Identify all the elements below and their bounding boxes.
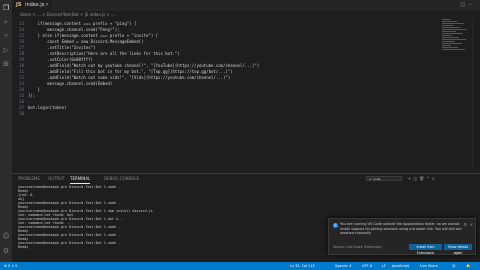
code-text: message.channel.send(Embed) <box>28 81 113 86</box>
minimap-line <box>442 49 465 50</box>
minimap-line <box>442 43 462 44</box>
editor-tab-bar: JS index.js × ◫⋯ <box>12 0 480 11</box>
panel-tab-terminal[interactable]: TERMINAL <box>70 174 91 184</box>
notification-message: You are running VS Code outside the Appl… <box>340 222 462 236</box>
code-text: .addField("Fill this bot in for my bot."… <box>28 69 233 74</box>
minimap-line <box>442 35 452 36</box>
code-text: const Embed = new Discord.MessageEmbed() <box>28 39 144 44</box>
split-editor-icon[interactable]: ◫ <box>460 2 468 8</box>
minimap-line <box>442 23 464 24</box>
search-icon[interactable]: ⌕ <box>0 16 12 28</box>
explorer-icon[interactable]: ❐ <box>0 2 12 14</box>
minimap-line <box>442 47 458 48</box>
run-debug-icon[interactable]: ▷ <box>0 44 12 56</box>
minimap-line <box>442 21 457 22</box>
problems-status[interactable]: ⊗ 0 ⚠ 0 <box>4 262 17 270</box>
minimap-line <box>442 41 455 42</box>
account-icon[interactable]: ☺ <box>0 230 12 242</box>
notification-source: Source: Live Share (Extension) <box>333 245 382 249</box>
notification-toast: i You are running VS Code outside the Ap… <box>328 218 476 255</box>
panel-tab-problems[interactable]: PROBLEMS <box>18 174 40 183</box>
code-text: bot.login(token) <box>28 105 67 110</box>
code-text: } else if(message.content === prefix + "… <box>28 33 159 38</box>
activity-bar: ❐ ⌕ ⑂ ▷ ⊞ ☺ ⚙ <box>0 0 12 262</box>
code-text: }); <box>28 93 36 98</box>
code-line[interactable]: 38 <box>12 111 452 117</box>
notification-settings-icon[interactable]: ⚙ <box>463 222 467 227</box>
breadcrumb[interactable]: Users > ... > Discord-Test-Bot > JS inde… <box>12 11 480 19</box>
install-from-extensions-button[interactable]: Install from Extensions <box>409 244 442 255</box>
language-mode[interactable]: JavaScript <box>392 262 409 270</box>
javascript-file-icon: JS <box>16 2 22 8</box>
status-bar: ⊗ 0 ⚠ 0 Ln 32, Col 113 Spaces: 4 UTF-8 L… <box>0 262 480 270</box>
minimap-line <box>442 37 459 38</box>
live-share-status[interactable]: Live Share <box>420 262 438 270</box>
code-text: .setColor(0x00ffff) <box>28 57 94 62</box>
show-details-button[interactable]: Show details again <box>444 244 472 255</box>
minimap-line <box>442 45 451 46</box>
minimap-line <box>442 19 450 20</box>
code-text: message.channel.send("Pong!"); <box>28 27 120 32</box>
source-control-icon[interactable]: ⑂ <box>0 30 12 42</box>
eol-status[interactable]: LF <box>382 262 386 270</box>
panel-actions: +◫🗑^× <box>408 174 437 183</box>
code-text: .setDescription("Here are all the links … <box>28 51 180 56</box>
terminal-line: Ready <box>18 245 29 249</box>
terminal-output[interactable]: yourusername@macbook-pro Discord-Test-Bo… <box>18 185 318 249</box>
encoding-status[interactable]: UTF-8 <box>362 262 372 270</box>
notifications-bell-icon[interactable]: 🔔 <box>466 262 470 270</box>
extensions-icon[interactable]: ⊞ <box>0 58 12 70</box>
close-notification-icon[interactable]: × <box>470 222 473 227</box>
info-icon: i <box>333 223 338 228</box>
code-text: } <box>28 87 41 92</box>
editor-scrollbar[interactable] <box>472 19 476 169</box>
tab-index-js[interactable]: JS index.js × <box>12 0 52 11</box>
close-tab-icon[interactable]: × <box>45 0 49 11</box>
minimap-line <box>442 29 467 30</box>
code-text: if(message.content === prefix + "ping") … <box>28 21 137 26</box>
minimap-line <box>442 39 466 40</box>
more-actions-icon[interactable]: ⋯ <box>468 2 476 8</box>
tab-label: index.js <box>25 2 45 8</box>
terminal-select[interactable]: 1: node <box>366 176 402 181</box>
editor-actions: ◫⋯ <box>460 0 476 11</box>
minimap-line <box>442 33 463 34</box>
indentation-status[interactable]: Spaces: 4 <box>335 262 351 270</box>
settings-gear-icon[interactable]: ⚙ <box>0 245 12 257</box>
code-text: .addField("Watch out some vids!", "[Vids… <box>28 75 231 80</box>
minimap-line <box>442 31 456 32</box>
minimap[interactable] <box>442 19 468 59</box>
close-panel-icon[interactable]: × <box>432 176 437 181</box>
cursor-position[interactable]: Ln 32, Col 113 <box>290 262 315 270</box>
line-number: 38 <box>19 111 24 116</box>
code-text: .setTitle("Invites") <box>28 45 96 50</box>
minimap-line <box>442 27 460 28</box>
code-editor[interactable]: 23 if(message.content === prefix + "ping… <box>12 19 480 169</box>
panel-tab-debug-console[interactable]: DEBUG CONSOLE <box>104 174 139 183</box>
code-text: .addField("Watch out my youtube channel!… <box>28 63 260 68</box>
feedback-icon[interactable]: ☺ <box>452 262 456 270</box>
minimap-line <box>442 25 453 26</box>
panel-tab-output[interactable]: OUTPUT <box>48 174 64 183</box>
